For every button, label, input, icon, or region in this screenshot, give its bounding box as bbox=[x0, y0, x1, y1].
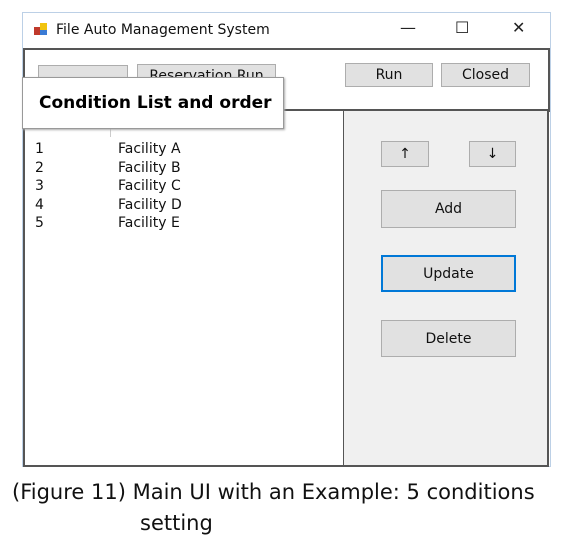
figure-caption-continued: setting bbox=[140, 511, 213, 535]
row-name[interactable]: Facility E bbox=[118, 215, 180, 231]
row-number: 4 bbox=[35, 197, 44, 213]
condition-list[interactable] bbox=[23, 109, 345, 467]
close-button[interactable]: ✕ bbox=[512, 18, 525, 37]
row-name[interactable]: Facility A bbox=[118, 141, 181, 157]
app-icon bbox=[34, 23, 47, 35]
callout-label: Condition List and order bbox=[22, 77, 284, 129]
row-name[interactable]: Facility C bbox=[118, 178, 181, 194]
closed-button[interactable]: Closed bbox=[441, 63, 530, 87]
row-number: 1 bbox=[35, 141, 44, 157]
row-number: 2 bbox=[35, 160, 44, 176]
figure-caption: (Figure 11) Main UI with an Example: 5 c… bbox=[12, 480, 535, 504]
update-button[interactable]: Update bbox=[381, 255, 516, 292]
delete-button[interactable]: Delete bbox=[381, 320, 516, 357]
window-title: File Auto Management System bbox=[56, 22, 270, 38]
run-button[interactable]: Run bbox=[345, 63, 433, 87]
move-up-button[interactable]: ↑ bbox=[381, 141, 429, 167]
row-name[interactable]: Facility B bbox=[118, 160, 181, 176]
row-number: 5 bbox=[35, 215, 44, 231]
row-number: 3 bbox=[35, 178, 44, 194]
minimize-button[interactable]: — bbox=[400, 18, 416, 37]
move-down-button[interactable]: ↓ bbox=[469, 141, 516, 167]
row-name[interactable]: Facility D bbox=[118, 197, 182, 213]
maximize-button[interactable]: ☐ bbox=[455, 18, 469, 37]
add-button[interactable]: Add bbox=[381, 190, 516, 228]
